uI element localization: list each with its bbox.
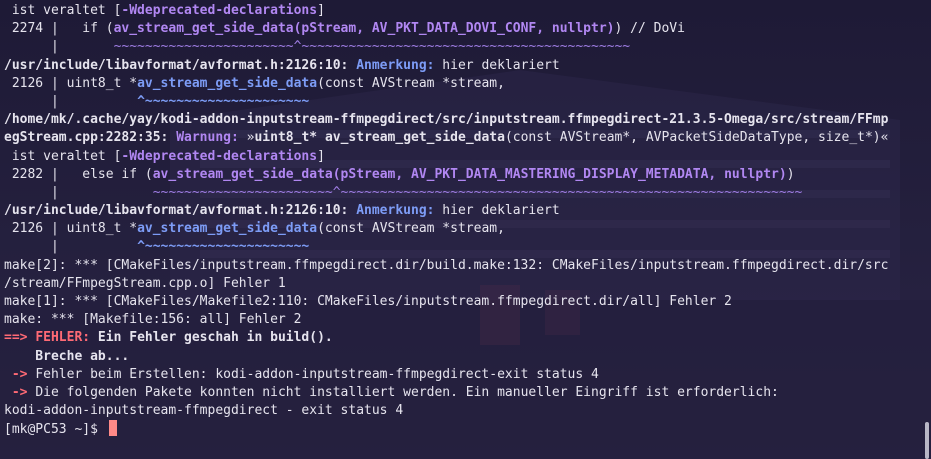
terminal-line: /stream/FFmpegStream.cpp.o] Fehler 1: [4, 275, 916, 293]
scrollbar-thumb[interactable]: [925, 422, 929, 459]
terminal-line: 2126 | uint8_t *av_stream_get_side_data(…: [4, 220, 916, 238]
terminal-line: 2282 | else if (av_stream_get_side_data(…: [4, 166, 916, 184]
terminal-text-segment: ist veraltet [: [4, 3, 122, 18]
text-cursor: [108, 420, 117, 437]
terminal-line: make: *** [Makefile:156: all] Fehler 2: [4, 311, 916, 329]
terminal-text-segment: /home/mk/.cache/yay/kodi-addon-inputstre…: [4, 112, 889, 128]
terminal-text-segment: make[1]: *** [CMakeFiles/Makefile2:110: …: [4, 294, 732, 309]
terminal-text-segment: 2126 | uint8_t *: [4, 221, 138, 237]
terminal-line: ==> FEHLER: Ein Fehler geschah in build(…: [4, 329, 916, 347]
terminal-line: /usr/include/libavformat/avformat.h:2126…: [4, 202, 916, 220]
terminal-scrollbar[interactable]: [921, 0, 931, 459]
terminal-text-segment: Breche ab...: [4, 348, 130, 364]
terminal-text-segment: 2274 | if (: [4, 21, 114, 37]
terminal-line: ist veraltet [-Wdeprecated-declarations]: [4, 2, 916, 20]
terminal-text-segment: -Wdeprecated-declarations: [121, 3, 318, 18]
terminal-text-segment: hier deklariert: [434, 57, 560, 73]
terminal-text-segment: ^~~~~~~~~~~~~~~~~~~~~~: [137, 93, 310, 109]
shell-prompt: [mk@PC53 ~]$: [4, 422, 106, 438]
terminal-output[interactable]: ist veraltet [-Wdeprecated-declarations]…: [0, 0, 916, 439]
terminal-line: /usr/include/libavformat/avformat.h:2126…: [4, 57, 916, 75]
terminal-text-segment: 2126 | uint8_t *: [4, 75, 138, 91]
terminal-text-segment: |: [4, 184, 153, 200]
terminal-text-segment: ->: [4, 366, 36, 382]
terminal-line: make[1]: *** [CMakeFiles/Makefile2:110: …: [4, 293, 916, 311]
terminal-line: 2274 | if (av_stream_get_side_data(pStre…: [4, 20, 916, 38]
terminal-text-segment: av_stream_get_side_data: [137, 75, 318, 91]
terminal-line: -> Fehler beim Erstellen: kodi-addon-inp…: [4, 366, 916, 384]
terminal-line: | ~~~~~~~~~~~~~~~~~~~~~~~^~~~~~~~~~~~~~~…: [4, 184, 916, 202]
terminal-text-segment: av_stream_get_side_data: [137, 221, 318, 237]
terminal-text-segment: 2282 | else if (: [4, 166, 153, 182]
terminal-text-segment: |: [4, 93, 138, 109]
terminal-line: | ~~~~~~~~~~~~~~~~~~~~~~~^~~~~~~~~~~~~~~…: [4, 38, 916, 56]
terminal-text-segment: ^~~~~~~~~~~~~~~~~~~~~~: [137, 239, 310, 255]
terminal-text-segment: make: *** [Makefile:156: all] Fehler 2: [4, 312, 302, 328]
terminal-text-segment: Ein Fehler geschah in build().: [90, 330, 333, 346]
terminal-text-segment: -Wdeprecated-declarations: [121, 148, 318, 164]
terminal-line: | ^~~~~~~~~~~~~~~~~~~~~~: [4, 238, 916, 256]
terminal-line: 2126 | uint8_t *av_stream_get_side_data(…: [4, 75, 916, 93]
terminal-text-segment: av_stream_get_side_data: [324, 130, 505, 146]
terminal-text-segment: ~~~~~~~~~~~~~~~~~~~~~~~^~~~~~~~~~~~~~~~~…: [113, 39, 631, 55]
terminal-line: kodi-addon-inputstream-ffmpegdirect - ex…: [4, 402, 916, 420]
terminal-text-segment: |: [4, 39, 114, 55]
terminal-text-segment: make[2]: *** [CMakeFiles/inputstream.ffm…: [4, 257, 889, 273]
terminal-text-segment: (const AVStream *stream,: [317, 75, 505, 91]
terminal-line: egStream.cpp:2282:35: Warnung: »uint8_t*…: [4, 129, 916, 147]
terminal-text-segment: ) // DoVi: [614, 21, 685, 37]
terminal-line: | ^~~~~~~~~~~~~~~~~~~~~~: [4, 93, 916, 111]
terminal-text-segment: kodi-addon-inputstream-ffmpegdirect - ex…: [4, 403, 404, 419]
terminal-text-segment: ->: [4, 384, 36, 400]
terminal-text-segment: (const AVStream *stream,: [317, 221, 505, 237]
terminal-text-segment: |: [4, 239, 138, 255]
terminal-line: /home/mk/.cache/yay/kodi-addon-inputstre…: [4, 111, 916, 129]
terminal-line: -> Die folgenden Pakete konnten nicht in…: [4, 384, 916, 402]
terminal-text-segment: ): [786, 166, 795, 182]
terminal-text-segment: hier deklariert: [434, 203, 560, 219]
terminal-text-segment: uint8_t*: [254, 130, 325, 146]
terminal-text-segment: /stream/FFmpegStream.cpp.o] Fehler 1: [4, 275, 286, 291]
terminal-text-segment: (const AVStream*, AVPacketSideDataType, …: [504, 130, 889, 146]
terminal-line: ist veraltet [-Wdeprecated-declarations]: [4, 148, 916, 166]
terminal-text-segment: FEHLER:: [35, 330, 91, 346]
terminal-text-segment: egStream.cpp:2282:35:: [4, 130, 169, 146]
terminal-text-segment: Die folgenden Pakete konnten nicht insta…: [35, 384, 779, 400]
terminal-line: make[2]: *** [CMakeFiles/inputstream.ffm…: [4, 257, 916, 275]
terminal-text-segment: ]: [317, 3, 325, 18]
terminal-text-segment: ~~~~~~~~~~~~~~~~~~~~~~~^~~~~~~~~~~~~~~~~…: [152, 184, 803, 200]
terminal-text-segment: ==>: [4, 330, 36, 346]
terminal-text-segment: Anmerkung:: [356, 203, 435, 219]
terminal-text-segment: Anmerkung:: [356, 57, 435, 73]
terminal-line: Breche ab...: [4, 348, 916, 366]
terminal-text-segment: Fehler beim Erstellen: kodi-addon-inputs…: [35, 366, 599, 382]
terminal-text-segment: ist veraltet [: [4, 148, 122, 164]
terminal-text-segment: Warnung:: [176, 130, 239, 146]
terminal-text-segment: av_stream_get_side_data(pStream, AV_PKT_…: [113, 21, 615, 37]
terminal-text-segment: /usr/include/libavformat/avformat.h:2126…: [4, 57, 349, 73]
terminal-text-segment: /usr/include/libavformat/avformat.h:2126…: [4, 203, 349, 219]
terminal-text-segment: av_stream_get_side_data(pStream, AV_PKT_…: [152, 166, 787, 182]
terminal-text-segment: »: [238, 130, 255, 146]
prompt-line[interactable]: [mk@PC53 ~]$: [4, 420, 916, 438]
terminal-text-segment: ]: [317, 148, 325, 164]
